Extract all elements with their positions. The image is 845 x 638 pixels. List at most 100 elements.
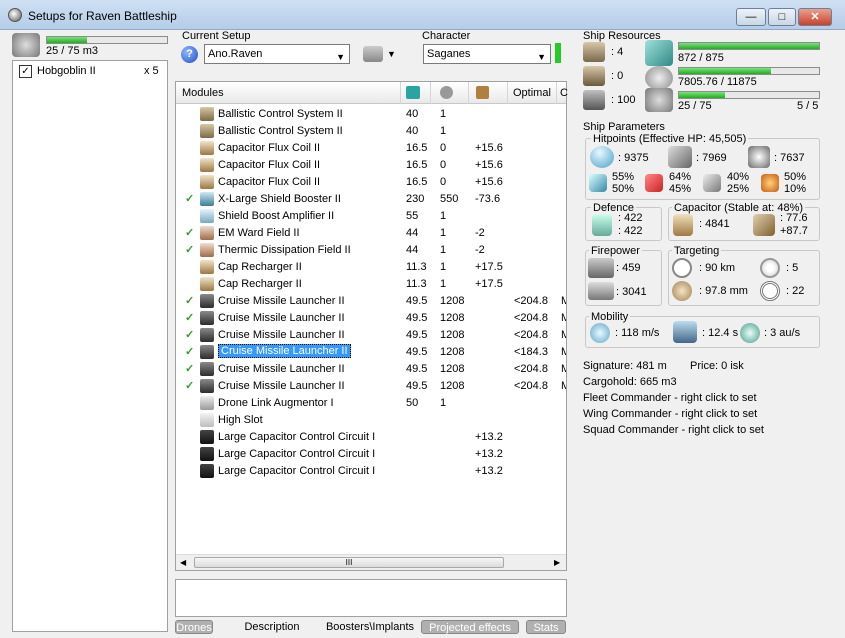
module-row[interactable]: ✓ Cruise Missile Launcher II 49.5 1208 <204.… bbox=[176, 361, 566, 378]
tab-drones[interactable]: Drones bbox=[175, 620, 213, 634]
module-row[interactable]: Large Capacitor Control Circuit I +13.2 bbox=[176, 446, 566, 463]
modules-list: Modules Optimal C Ballistic Control Syst… bbox=[175, 81, 568, 571]
em-resist-armor: 50% bbox=[612, 183, 635, 195]
module-capacitor: -2 bbox=[475, 227, 485, 239]
module-row[interactable]: Capacitor Flux Coil II 16.5 0 +15.6 bbox=[176, 174, 566, 191]
active-check-icon: ✓ bbox=[185, 380, 195, 392]
help-icon[interactable]: ? bbox=[181, 46, 198, 63]
module-powergrid: 1 bbox=[440, 397, 447, 409]
module-row[interactable]: ✓ Cruise Missile Launcher II 49.5 1208 <204.… bbox=[176, 378, 566, 395]
module-capacitor: +13.2 bbox=[475, 431, 503, 443]
setup-select[interactable]: Ano.Raven ▼ bbox=[204, 44, 350, 64]
squad-commander[interactable]: Squad Commander - right click to set bbox=[583, 424, 764, 436]
module-row[interactable]: ✓ EM Ward Field II 44 1 -2 bbox=[176, 225, 566, 242]
minimize-button[interactable]: — bbox=[736, 8, 766, 26]
active-drones: 5 / 5 bbox=[797, 100, 819, 112]
launcher-icon bbox=[200, 311, 214, 325]
column-divider bbox=[556, 82, 557, 104]
module-extra: M bbox=[561, 346, 566, 358]
max-targets: : 5 bbox=[786, 262, 799, 274]
module-name: Cruise Missile Launcher II bbox=[218, 363, 345, 375]
module-row[interactable]: Drone Link Augmentor I 50 1 bbox=[176, 395, 566, 412]
launcher-icon bbox=[200, 379, 214, 393]
module-row[interactable]: Capacitor Flux Coil II 16.5 0 +15.6 bbox=[176, 140, 566, 157]
module-cpu: 49.5 bbox=[406, 312, 428, 324]
module-cpu: 49.5 bbox=[406, 295, 428, 307]
cpu-icon bbox=[645, 40, 673, 66]
module-row[interactable]: ✓ X-Large Shield Booster II 230 550 -73.6 bbox=[176, 191, 566, 208]
cpu-column-icon[interactable] bbox=[406, 86, 420, 99]
drone-checkbox[interactable]: ✓ bbox=[19, 65, 32, 78]
module-powergrid: 0 bbox=[440, 159, 447, 171]
module-powergrid: 1 bbox=[440, 261, 447, 273]
maximize-button[interactable]: □ bbox=[768, 8, 796, 26]
signature-radius: Signature: 481 m bbox=[583, 360, 667, 372]
firepower-label: Firepower bbox=[589, 245, 642, 257]
module-row[interactable]: Large Capacitor Control Circuit I +13.2 bbox=[176, 463, 566, 480]
module-row[interactable]: ✓ Cruise Missile Launcher II 49.5 1208 <204.… bbox=[176, 327, 566, 344]
module-name: Cruise Missile Launcher II bbox=[218, 380, 345, 392]
structure-icon bbox=[748, 146, 770, 168]
cpu-bar bbox=[678, 42, 820, 50]
module-row[interactable]: ✓ Cruise Missile Launcher II 49.5 1208 <204.… bbox=[176, 310, 566, 327]
firepower-volley: : 459 bbox=[616, 262, 641, 274]
header-modules[interactable]: Modules bbox=[182, 87, 224, 99]
active-check-icon: ✓ bbox=[185, 193, 195, 205]
character-select[interactable]: Saganes ▼ bbox=[423, 44, 551, 64]
drone-bandwidth-icon bbox=[645, 88, 673, 112]
drone-bandwidth-fill bbox=[679, 92, 726, 98]
module-row[interactable]: Cap Recharger II 11.3 1 +17.5 bbox=[176, 259, 566, 276]
tab-boosters-implants[interactable]: Boosters\Implants bbox=[322, 620, 418, 634]
module-row[interactable]: Cap Recharger II 11.3 1 +17.5 bbox=[176, 276, 566, 293]
turret-hardpoints: : 4 bbox=[611, 46, 624, 58]
module-row[interactable]: ✓ Thermic Dissipation Field II 44 1 -2 bbox=[176, 242, 566, 259]
module-capacitor: +17.5 bbox=[475, 278, 503, 290]
rig-icon bbox=[200, 430, 214, 444]
fitting-tool-icon[interactable] bbox=[363, 46, 383, 62]
drone-bandwidth: 25 / 75 bbox=[678, 100, 712, 112]
module-cpu: 11.3 bbox=[406, 261, 427, 273]
scroll-thumb[interactable]: III bbox=[194, 557, 504, 568]
scroll-right-icon[interactable]: ▶ bbox=[554, 558, 560, 567]
horizontal-scrollbar[interactable]: ◀ III ▶ bbox=[176, 554, 566, 570]
header-extra[interactable]: C bbox=[560, 87, 568, 99]
module-name: High Slot bbox=[218, 414, 263, 426]
module-row[interactable]: Ballistic Control System II 40 1 bbox=[176, 123, 566, 140]
module-cpu: 16.5 bbox=[406, 142, 428, 154]
module-capacitor: +15.6 bbox=[475, 142, 503, 154]
wing-commander[interactable]: Wing Commander - right click to set bbox=[583, 408, 757, 420]
scroll-left-icon[interactable]: ◀ bbox=[180, 558, 186, 567]
module-row[interactable]: Capacitor Flux Coil II 16.5 0 +15.6 bbox=[176, 157, 566, 174]
module-cpu: 50 bbox=[406, 397, 419, 409]
header-optimal[interactable]: Optimal bbox=[513, 87, 551, 99]
module-capacitor: -2 bbox=[475, 244, 485, 256]
module-row[interactable]: Large Capacitor Control Circuit I +13.2 bbox=[176, 429, 566, 446]
module-row[interactable]: High Slot bbox=[176, 412, 566, 429]
module-name: Thermic Dissipation Field II bbox=[218, 244, 351, 256]
setup-select-value: Ano.Raven bbox=[208, 48, 263, 60]
max-targets-icon bbox=[760, 258, 780, 278]
tab-description[interactable]: Description bbox=[236, 620, 308, 634]
sensor-strength-icon bbox=[760, 281, 780, 301]
fleet-commander[interactable]: Fleet Commander - right click to set bbox=[583, 392, 757, 404]
module-optimal: <204.8 bbox=[514, 312, 548, 324]
module-name: Large Capacitor Control Circuit I bbox=[218, 431, 376, 443]
launcher-hardpoints: : 0 bbox=[611, 70, 624, 82]
module-powergrid: 1208 bbox=[440, 295, 465, 307]
rig-icon bbox=[200, 447, 214, 461]
powergrid-column-icon[interactable] bbox=[440, 86, 453, 99]
capacitor-delta-a: : 77.6 bbox=[780, 212, 808, 224]
firepower-dps: : 3041 bbox=[616, 286, 647, 298]
tab-stats[interactable]: Stats bbox=[526, 620, 566, 634]
fitting-tool-dropdown-icon[interactable]: ▼ bbox=[387, 49, 396, 59]
module-row[interactable]: ✓ Cruise Missile Launcher II 49.5 1208 <184.… bbox=[176, 344, 566, 361]
module-row[interactable]: Ballistic Control System II 40 1 bbox=[176, 106, 566, 123]
capacitor-column-icon[interactable] bbox=[476, 86, 489, 99]
close-button[interactable]: ✕ bbox=[798, 8, 832, 26]
velocity-icon bbox=[590, 323, 610, 343]
module-row[interactable]: ✓ Cruise Missile Launcher II 49.5 1208 <204.… bbox=[176, 293, 566, 310]
module-row[interactable]: Shield Boost Amplifier II 55 1 bbox=[176, 208, 566, 225]
app-icon bbox=[8, 8, 22, 22]
drone-name[interactable]: Hobgoblin II bbox=[37, 65, 96, 77]
tab-projected-effects[interactable]: Projected effects bbox=[421, 620, 519, 634]
